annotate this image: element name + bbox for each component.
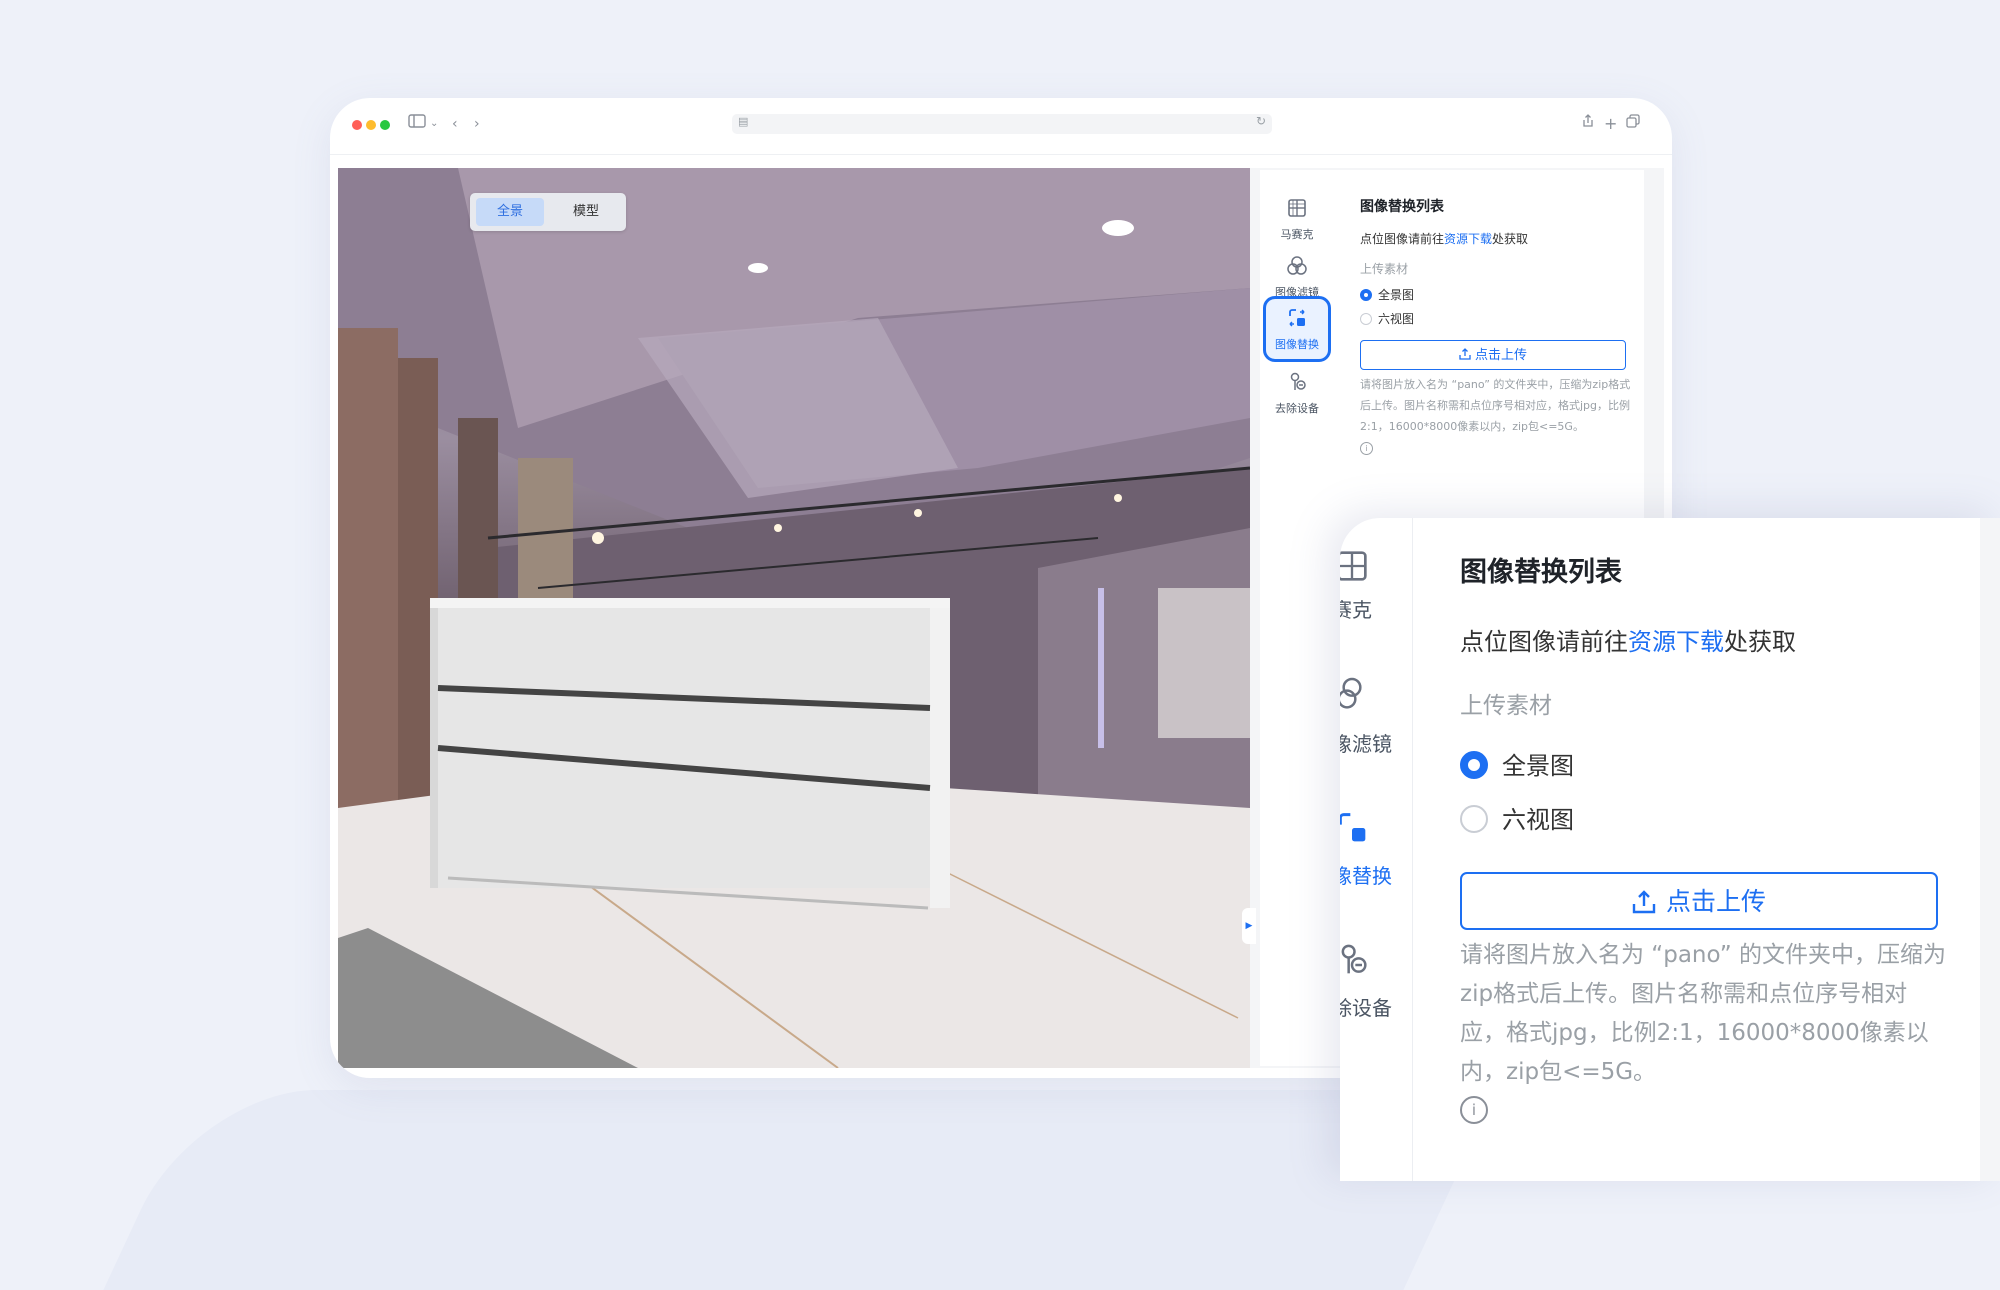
chevron-down-icon[interactable]: ⌄ (430, 114, 438, 134)
callout-resource-download-link[interactable]: 资源下载 (1628, 628, 1724, 656)
collapse-panel-button[interactable]: ▶ (1242, 908, 1256, 944)
mosaic-icon (1285, 196, 1309, 220)
reload-icon[interactable]: ↻ (1256, 114, 1266, 128)
remove-device-icon (1340, 940, 1372, 980)
sidebar-toggle-icon[interactable] (408, 114, 426, 134)
radio-label: 全景图 (1502, 752, 1574, 780)
upload-hint: 请将图片放入名为 “pano” 的文件夹中，压缩为zip格式后上传。图片名称需和… (1360, 374, 1632, 458)
browser-titlebar: ⌄ ‹ › ▤ ↻ + (330, 98, 1672, 155)
radio-unchecked-icon[interactable] (1460, 805, 1488, 833)
callout-sidebar-label-mosaic: 赛克 (1340, 598, 1372, 622)
tab-panorama[interactable]: 全景 (476, 198, 544, 226)
minimize-window-button[interactable] (366, 120, 376, 130)
radio-panorama[interactable]: 全景图 (1360, 286, 1414, 303)
panel-title: 图像替换列表 (1360, 199, 1444, 215)
filter-icon (1340, 674, 1372, 714)
callout-edge (1980, 518, 2000, 1181)
mosaic-icon (1340, 546, 1372, 586)
tab-model[interactable]: 模型 (552, 198, 620, 226)
radio-unchecked-icon[interactable] (1360, 313, 1372, 325)
address-bar[interactable]: ▤ ↻ (732, 114, 1272, 134)
callout-upload-section-label: 上传素材 (1460, 693, 1552, 719)
resource-download-link[interactable]: 资源下载 (1444, 232, 1492, 246)
upload-hint-text: 请将图片放入名为 “pano” 的文件夹中，压缩为zip格式后上传。图片名称需和… (1360, 378, 1631, 433)
image-replace-icon (1340, 808, 1372, 848)
upload-section-label: 上传素材 (1360, 262, 1409, 276)
upload-icon (1459, 348, 1471, 360)
close-window-button[interactable] (352, 120, 362, 130)
radio-label: 全景图 (1378, 288, 1415, 302)
back-arrow-icon[interactable]: ‹ (452, 114, 458, 134)
filter-icon (1285, 254, 1309, 278)
callout-panel-title: 图像替换列表 (1460, 557, 1622, 588)
callout-sidebar-label-image-replace: 像替换 (1340, 864, 1392, 888)
remove-device-icon (1285, 370, 1309, 394)
instruction-suffix: 处获取 (1724, 628, 1796, 656)
callout-upload-button[interactable]: 点击上传 (1460, 872, 1938, 930)
instruction-prefix: 点位图像请前往 (1460, 628, 1628, 656)
panorama-viewer[interactable]: 全景 模型 (338, 168, 1250, 1068)
upload-button-label: 点击上传 (1474, 348, 1527, 363)
sidebar-item-label: 图像替换 (1275, 338, 1319, 351)
radio-checked-icon[interactable] (1360, 289, 1372, 301)
radio-checked-icon[interactable] (1460, 751, 1488, 779)
radio-label: 六视图 (1502, 806, 1574, 834)
instruction-prefix: 点位图像请前往 (1360, 232, 1445, 246)
upload-button[interactable]: 点击上传 (1360, 340, 1626, 370)
background-shape (103, 1090, 1497, 1290)
panorama-scene (338, 168, 1250, 1068)
radio-six-view[interactable]: 六视图 (1360, 310, 1414, 327)
zoom-callout: 赛克 像滤镜 像替换 除设备 图像替换列表 点位图像请前往资源下载处获取 上传素… (1340, 518, 2000, 1181)
sidebar-item-remove-device[interactable]: 去除设备 (1264, 360, 1330, 424)
info-icon[interactable]: i (1360, 442, 1373, 455)
view-mode-switch: 全景 模型 (470, 193, 626, 231)
resource-instruction: 点位图像请前往资源下载处获取 (1360, 230, 1528, 247)
callout-upload-hint: 请将图片放入名为 “pano” 的文件夹中，压缩为zip格式后上传。图片名称需和… (1460, 942, 1946, 1085)
callout-resource-instruction: 点位图像请前往资源下载处获取 (1460, 622, 1796, 657)
upload-button-label: 点击上传 (1665, 887, 1766, 916)
maximize-window-button[interactable] (380, 120, 390, 130)
new-tab-icon[interactable]: + (1604, 114, 1617, 134)
info-icon[interactable]: i (1460, 1096, 1488, 1124)
instruction-suffix: 处获取 (1492, 232, 1529, 246)
callout-divider (1412, 518, 1413, 1181)
callout-sidebar-label-remove-device: 除设备 (1340, 996, 1392, 1020)
tabs-overview-icon[interactable] (1626, 114, 1640, 134)
share-icon[interactable] (1582, 114, 1594, 134)
forward-arrow-icon[interactable]: › (474, 114, 480, 134)
radio-label: 六视图 (1378, 312, 1415, 326)
sidebar-item-mosaic[interactable]: 马赛克 (1264, 186, 1330, 250)
image-replace-icon (1285, 306, 1309, 330)
sidebar-item-image-replace[interactable]: 图像替换 (1263, 296, 1331, 362)
upload-icon (1632, 890, 1656, 914)
tool-sidebar: 马赛克 图像滤镜 图像替换 去除设备 (1260, 170, 1335, 1066)
sidebar-item-label: 马赛克 (1280, 228, 1314, 241)
callout-sidebar-label-filter: 像滤镜 (1340, 732, 1392, 756)
page-icon: ▤ (738, 115, 749, 128)
callout-radio-six-view[interactable]: 六视图 (1460, 800, 1574, 835)
sidebar-item-label: 去除设备 (1275, 402, 1319, 415)
callout-radio-panorama[interactable]: 全景图 (1460, 746, 1574, 781)
